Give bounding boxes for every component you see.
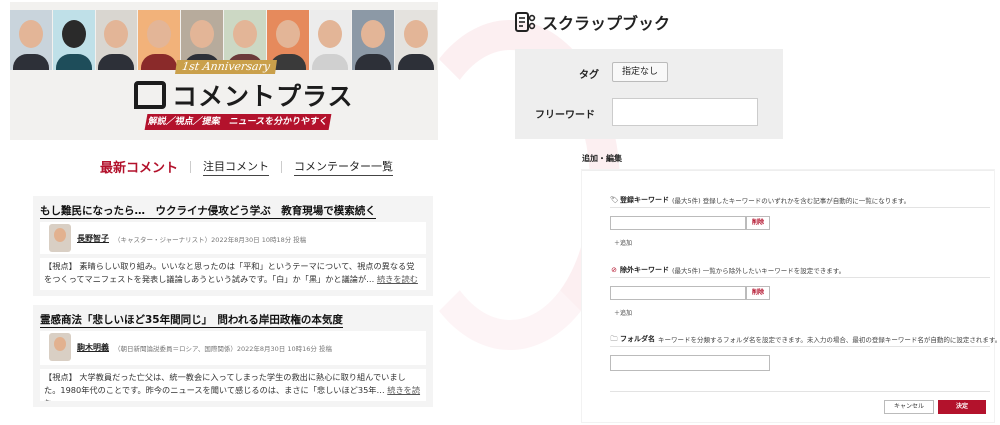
register-keyword-desc: 登録したキーワードのいずれかを含む記事が自動的に一覧になります。 (702, 197, 911, 205)
exclude-keyword-input[interactable] (610, 286, 746, 300)
register-keyword-limit: (最大5件) (672, 197, 701, 205)
article-title-link[interactable]: もし難民になったら… ウクライナ侵攻どう学ぶ 教育現場で模索続く (40, 203, 376, 219)
keyword-edit-panel: 🏷 登録キーワード (最大5件) 登録したキーワードのいずれかを含む記事が自動的… (582, 170, 1000, 422)
tag-label: タグ (579, 70, 599, 81)
scrapbook-title: スクラップブック (542, 14, 671, 33)
scrapbook-header: スクラップブック (514, 10, 670, 34)
scrapbook-icon (515, 12, 536, 32)
tab-commentators[interactable]: コメンテーター一覧 (294, 158, 394, 176)
comment-tabs: 最新コメント 注目コメント コメンテーター一覧 (100, 157, 394, 177)
speech-bubble-icon (134, 81, 166, 109)
avatar (49, 333, 71, 361)
register-keyword-title: 登録キーワード (620, 196, 669, 204)
add-label: 追加 (620, 240, 633, 247)
comment-text: 【視点】 大学教員だった亡父は、統一教会に入ってしまった学生の救出に熱心に取り組… (44, 372, 406, 395)
article-card: 霊感商法「悲しいほど35年間同じ」 問われる岸田政権の本気度 駒木明義 （朝日新… (33, 305, 433, 407)
author-row: 長野智子 （キャスター・ジャーナリスト）2022年8月30日 10時18分 投稿 (40, 222, 426, 254)
tab-divider (190, 161, 192, 173)
edit-section-label: 追加・編集 (582, 154, 622, 163)
author-meta: （キャスター・ジャーナリスト）2022年8月30日 10時18分 投稿 (114, 236, 307, 244)
commentator-photo (52, 10, 95, 70)
author-name-link[interactable]: 駒木明義 (77, 342, 109, 353)
prohibited-icon: ⊘ (611, 266, 617, 274)
exclude-keyword-desc: 一覧から除外したいキーワードを設定できます。 (702, 267, 846, 275)
freeword-label: フリーワード (535, 110, 595, 121)
commentator-photo (352, 10, 395, 70)
cancel-button[interactable]: キャンセル (884, 400, 934, 414)
register-keyword-add-link[interactable]: ＋追加 (614, 238, 632, 247)
anniversary-ribbon: 1st Anniversary (175, 60, 277, 74)
commentator-photo (95, 10, 138, 70)
folder-name-input[interactable] (610, 355, 770, 371)
register-keyword-delete-button[interactable]: 削除 (746, 216, 770, 230)
folder-icon: 🗀 (610, 335, 618, 343)
commentator-photo (395, 10, 437, 70)
brand-logo[interactable]: コメントプラス (134, 78, 354, 112)
scrapbook-panel: スクラップブック タグ 指定なし フリーワード 追加・編集 🏷 登録キーワード … (500, 0, 1000, 425)
folder-name-heading: 🗀 フォルダ名 キーワードを分類するフォルダ名を設定できます。未入力の場合、最初… (610, 334, 1000, 344)
register-keyword-input[interactable] (610, 216, 746, 230)
exclude-keyword-add-link[interactable]: ＋追加 (614, 308, 632, 317)
register-keyword-heading: 🏷 登録キーワード (最大5件) 登録したキーワードのいずれかを含む記事が自動的… (610, 195, 910, 205)
header-banner: 1st Anniversary コメントプラス 解説／視点／提案 ニュースを分か… (10, 2, 438, 140)
commentator-photo (309, 10, 352, 70)
divider (610, 391, 990, 392)
confirm-button[interactable]: 決定 (938, 400, 986, 414)
tab-divider (281, 161, 283, 173)
article-title-link[interactable]: 霊感商法「悲しいほど35年間同じ」 問われる岸田政権の本気度 (40, 312, 343, 328)
brand-tagline: 解説／視点／提案 ニュースを分かりやすく (144, 114, 332, 130)
commentator-photo (10, 10, 52, 70)
comment-plus-panel: 1st Anniversary コメントプラス 解説／視点／提案 ニュースを分か… (0, 0, 440, 425)
tag-icon: 🏷 (610, 196, 619, 204)
divider (610, 207, 990, 208)
comment-text: 【視点】 素晴らしい取り組み。いいなと思ったのは「平和」というテーマについて、視… (44, 261, 415, 284)
tag-select-button[interactable]: 指定なし (612, 62, 668, 82)
exclude-keyword-heading: ⊘ 除外キーワード (最大5件) 一覧から除外したいキーワードを設定できます。 (610, 265, 845, 275)
avatar (49, 224, 71, 252)
exclude-keyword-limit: (最大5件) (672, 267, 701, 275)
divider (610, 346, 990, 347)
comment-body: 【視点】 素晴らしい取り組み。いいなと思ったのは「平和」というテーマについて、視… (40, 258, 426, 290)
folder-name-title: フォルダ名 (620, 335, 655, 343)
article-card: もし難民になったら… ウクライナ侵攻どう学ぶ 教育現場で模索続く 長野智子 （キ… (33, 196, 433, 296)
exclude-keyword-title: 除外キーワード (620, 266, 669, 274)
read-more-link[interactable]: 続きを読む (377, 274, 418, 284)
commentator-photo (138, 10, 181, 70)
brand-title: コメントプラス (172, 82, 354, 111)
divider (610, 277, 990, 278)
comment-body: 【視点】 大学教員だった亡父は、統一教会に入ってしまった学生の救出に熱心に取り組… (40, 369, 426, 401)
filter-box: タグ 指定なし フリーワード (515, 49, 783, 139)
author-meta: （朝日新聞論説委員＝ロシア、国際関係）2022年8月30日 10時16分 投稿 (114, 345, 332, 353)
tab-latest[interactable]: 最新コメント (100, 157, 178, 177)
author-row: 駒木明義 （朝日新聞論説委員＝ロシア、国際関係）2022年8月30日 10時16… (40, 331, 426, 365)
folder-name-desc: キーワードを分類するフォルダ名を設定できます。未入力の場合、最初の登録キーワード… (658, 336, 1000, 344)
author-name-link[interactable]: 長野智子 (77, 233, 109, 244)
tab-featured[interactable]: 注目コメント (203, 158, 270, 176)
exclude-keyword-delete-button[interactable]: 削除 (746, 286, 770, 300)
freeword-input[interactable] (612, 98, 758, 126)
add-label: 追加 (620, 310, 633, 317)
